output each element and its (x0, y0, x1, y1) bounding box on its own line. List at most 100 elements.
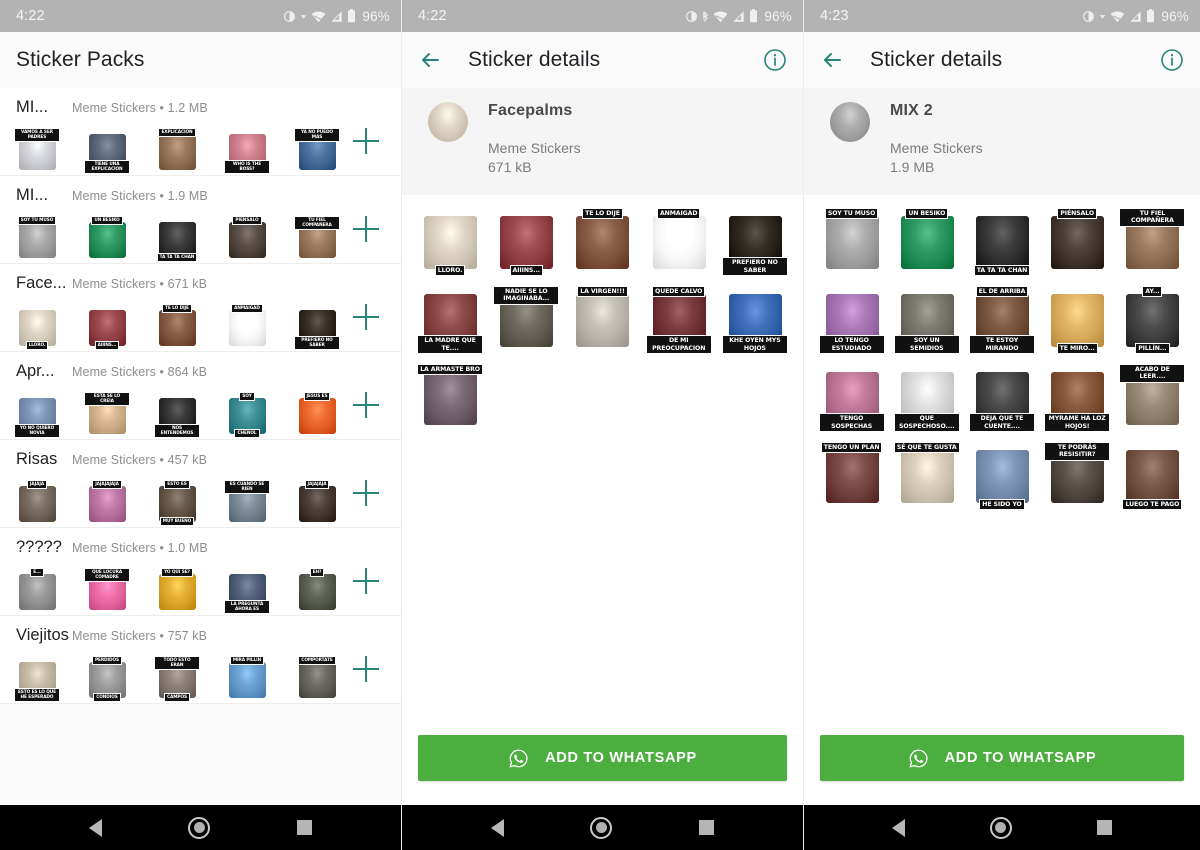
nav-back-button[interactable] (892, 818, 906, 837)
sticker[interactable]: JESUS ES (294, 392, 340, 438)
sticker-cell[interactable]: LUEGO TE PAGO (1115, 437, 1190, 515)
info-button[interactable] (763, 48, 787, 72)
sticker[interactable]: TE PODRÁS RESISITIR? (1044, 442, 1111, 510)
sticker-cell[interactable]: AY... PILLÍN... (1115, 281, 1190, 359)
add-pack-button[interactable] (353, 656, 379, 682)
sticker[interactable]: VAMOS A SER PADRES (14, 128, 60, 174)
sticker[interactable]: LO TENGO ESTUDIADO (818, 286, 885, 354)
sticker[interactable]: ANMAIGAD (646, 208, 712, 276)
sticker[interactable]: PIÉNSALO (1044, 208, 1110, 276)
sticker-pack-row[interactable]: ????? Meme Stickers • 1.0 MB E... QUE LOCUR… (0, 528, 401, 616)
back-button[interactable] (418, 48, 442, 72)
sticker[interactable]: QUE LOCURA COMADRE (84, 568, 130, 614)
sticker[interactable]: JAJAJAJA (294, 480, 340, 526)
sticker-cell[interactable]: PREFIERO NO SABER (717, 203, 793, 281)
nav-recents-button[interactable] (296, 820, 312, 835)
sticker[interactable]: TE LO DIJE (154, 304, 200, 350)
sticker-cell[interactable]: EL DE ARRIBA TE ESTOY MIRANDO (964, 281, 1039, 359)
sticker-cell[interactable]: TENGO SOSPECHAS (814, 359, 889, 437)
sticker-cell[interactable]: KHE OYEN MYS HOJOS (717, 281, 793, 359)
sticker-cell[interactable]: AIIINS... (488, 203, 564, 281)
sticker[interactable]: LLORO. (14, 304, 60, 350)
sticker[interactable]: COMPORTATE (294, 656, 340, 702)
sticker-cell[interactable]: SOY TU MUSO (814, 203, 889, 281)
sticker[interactable]: TU FIEL COMPAÑERA (1119, 208, 1186, 276)
sticker[interactable]: PREFIERO NO SABER (294, 304, 340, 350)
sticker-cell[interactable]: LA VIRGEN!!! (564, 281, 640, 359)
sticker-pack-row[interactable]: Apr... Meme Stickers • 864 kB YO NO QUIERO… (0, 352, 401, 440)
sticker[interactable]: ANMAIGAD (224, 304, 270, 350)
nav-home-button[interactable] (188, 816, 211, 839)
nav-back-button[interactable] (89, 818, 103, 837)
sticker-cell[interactable]: LA ARMASTE BRO (412, 359, 488, 437)
add-pack-button[interactable] (353, 392, 379, 418)
sticker-cell[interactable]: TE PODRÁS RESISITIR? (1040, 437, 1115, 515)
nav-home-button[interactable] (989, 816, 1012, 839)
sticker[interactable]: LA MADRE QUE TE.... (417, 286, 484, 354)
sticker[interactable]: ESTO ES MUY BUENO (154, 480, 200, 526)
sticker[interactable]: SOY CHENOL (224, 392, 270, 438)
sticker[interactable]: SOY TU MUSO (14, 216, 60, 262)
sticker[interactable]: LA PREGUNTA AHORA ES (224, 568, 270, 614)
sticker-cell[interactable]: ACABO DE LEER.... (1115, 359, 1190, 437)
sticker[interactable]: JAJAJAJAJA (84, 480, 130, 526)
sticker[interactable]: TE MIRO... (1044, 286, 1110, 354)
nav-recents-button[interactable] (1096, 820, 1112, 835)
sticker-cell[interactable]: PIÉNSALO (1040, 203, 1115, 281)
sticker[interactable]: PREFIERO NO SABER (721, 208, 788, 276)
sticker[interactable]: AIIINS... (84, 304, 130, 350)
sticker[interactable]: MYRAME HA LOZ HOJOS! (1044, 364, 1111, 432)
sticker-cell[interactable]: QUE SOSPECHOSO.... (889, 359, 964, 437)
sticker-cell[interactable]: TU FIEL COMPAÑERA (1115, 203, 1190, 281)
sticker[interactable]: SOY TU MUSO (819, 208, 885, 276)
sticker[interactable]: MIRA PILLIN (224, 656, 270, 702)
sticker-pack-row[interactable]: Face... Meme Stickers • 671 kB LLORO. AIIIN… (0, 264, 401, 352)
sticker[interactable]: KHE OYEN MYS HOJOS (721, 286, 788, 354)
sticker[interactable]: DEJA QUE TE CUENTE.... (968, 364, 1035, 432)
sticker-cell[interactable]: TA TA TA CHAN (964, 203, 1039, 281)
add-pack-button[interactable] (353, 568, 379, 594)
sticker[interactable]: UN BESIKO (84, 216, 130, 262)
sticker[interactable]: PIENSALO (224, 216, 270, 262)
sticker-cell[interactable]: NADIE SE LO IMAGINABA... (488, 281, 564, 359)
add-to-whatsapp-button[interactable]: ADD TO WHATSAPP (418, 735, 787, 781)
sticker[interactable]: TIENE UNA EXPLICACION (84, 128, 130, 174)
sticker[interactable]: LLORO. (417, 208, 483, 276)
back-button[interactable] (820, 48, 844, 72)
sticker[interactable]: NOS ENTENDEMOS (154, 392, 200, 438)
sticker-cell[interactable]: UN BESIKO (889, 203, 964, 281)
sticker[interactable]: PERDIDOS CONDIOS (84, 656, 130, 702)
sticker[interactable]: SÉ QUE TE GUSTA (893, 442, 960, 510)
sticker[interactable]: YA NO PUEDO MAS (294, 128, 340, 174)
sticker-cell[interactable]: LO TENGO ESTUDIADO (814, 281, 889, 359)
sticker-pack-row[interactable]: MI... Meme Stickers • 1.2 MB VAMOS A SER P… (0, 88, 401, 176)
sticker-cell[interactable]: TE LO DIJE (564, 203, 640, 281)
add-pack-button[interactable] (353, 128, 379, 154)
sticker-grid[interactable]: SOY TU MUSO UN BESIKO TA TA TA CHAN PIÉNSAL… (814, 203, 1190, 515)
sticker[interactable]: LA VIRGEN!!! (569, 286, 635, 354)
sticker-cell[interactable]: TENGO UN PLAN (814, 437, 889, 515)
add-to-whatsapp-button[interactable]: ADD TO WHATSAPP (820, 735, 1184, 781)
sticker[interactable]: TE LO DIJE (569, 208, 635, 276)
sticker-pack-row[interactable]: Viejitos Meme Stickers • 757 kB ESTO ES LO… (0, 616, 401, 704)
sticker[interactable]: EXPLICACION (154, 128, 200, 174)
sticker[interactable]: TENGO SOSPECHAS (818, 364, 885, 432)
sticker-cell[interactable]: MYRAME HA LOZ HOJOS! (1040, 359, 1115, 437)
sticker-cell[interactable]: ANMAIGAD (641, 203, 717, 281)
sticker[interactable]: EL DE ARRIBA TE ESTOY MIRANDO (968, 286, 1035, 354)
nav-home-button[interactable] (590, 816, 613, 839)
sticker[interactable]: NADIE SE LO IMAGINABA... (493, 286, 560, 354)
sticker[interactable]: HE SIDO YO (969, 442, 1035, 510)
sticker-pack-row[interactable]: MI... Meme Stickers • 1.9 MB SOY TU MUSO UN… (0, 176, 401, 264)
sticker[interactable]: YO NO QUIERO NOVIA (14, 392, 60, 438)
sticker[interactable]: ACABO DE LEER.... (1119, 364, 1186, 432)
sticker-cell[interactable]: DEJA QUE TE CUENTE.... (964, 359, 1039, 437)
sticker[interactable]: TODO ESTO ERAN CAMPOS (154, 656, 200, 702)
nav-recents-button[interactable] (698, 820, 714, 835)
sticker-pack-row[interactable]: Risas Meme Stickers • 457 kB JAJAJA JAJAJAJ… (0, 440, 401, 528)
sticker-cell[interactable]: SOY UN SEMIDIOS (889, 281, 964, 359)
sticker[interactable]: QUE SOSPECHOSO.... (893, 364, 960, 432)
sticker[interactable]: ES CUANDO SE RIEN (224, 480, 270, 526)
sticker-cell[interactable]: SÉ QUE TE GUSTA (889, 437, 964, 515)
sticker[interactable]: WHO IS THE BOSS? (224, 128, 270, 174)
